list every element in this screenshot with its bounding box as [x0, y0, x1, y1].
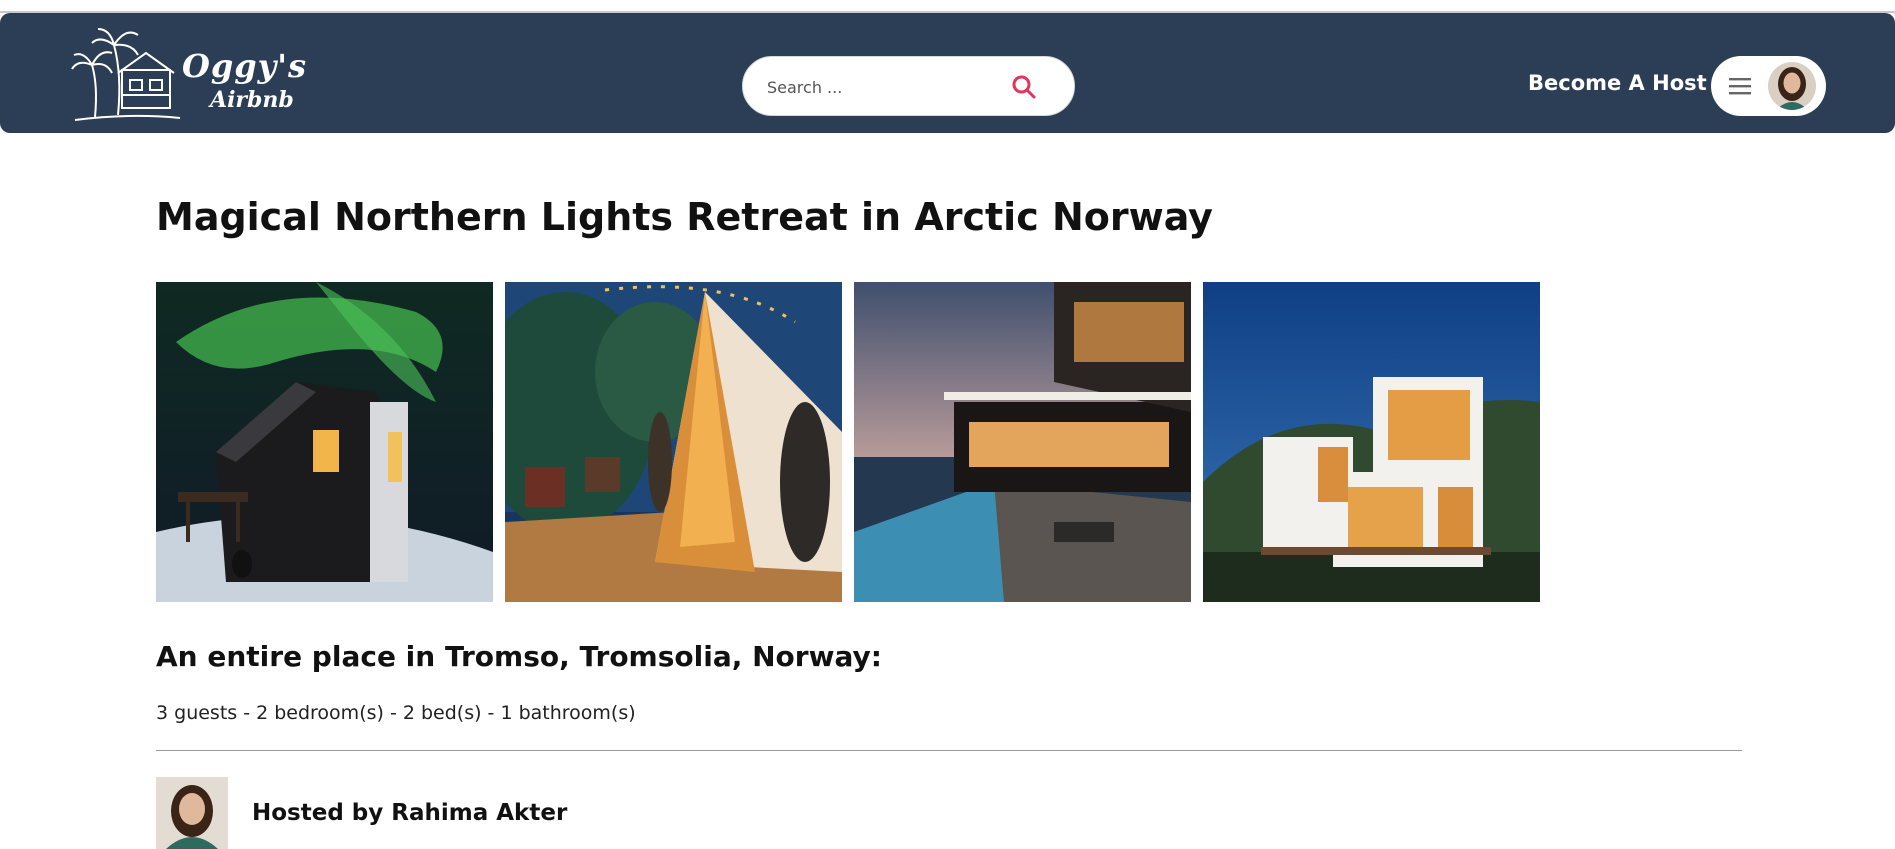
gallery-photo[interactable] [1203, 282, 1540, 602]
hamburger-menu-icon [1729, 78, 1751, 95]
aurora-cabin-photo-icon [156, 282, 493, 602]
photo-gallery [156, 282, 1540, 602]
listing-title: Magical Northern Lights Retreat in Arcti… [156, 195, 1213, 239]
top-border [0, 0, 1895, 13]
gallery-photo[interactable] [505, 282, 842, 602]
user-avatar [1768, 62, 1816, 110]
navbar: Oggy's Airbnb Become A Host [0, 13, 1895, 133]
logo-text-line2: Airbnb [210, 87, 294, 113]
modern-villa-pool-photo-icon [854, 282, 1191, 602]
glamping-tent-photo-icon [505, 282, 842, 602]
gallery-photo[interactable] [854, 282, 1191, 602]
search-bar [742, 56, 1075, 116]
listing-details: 3 guests - 2 bedroom(s) - 2 bed(s) - 1 b… [156, 702, 636, 724]
place-heading: An entire place in Tromso, Tromsolia, No… [156, 640, 882, 673]
search-icon[interactable] [1010, 73, 1038, 101]
user-menu-button[interactable] [1711, 56, 1826, 116]
host-avatar [156, 777, 228, 849]
site-logo[interactable]: Oggy's Airbnb [70, 25, 306, 125]
cube-house-photo-icon [1203, 282, 1540, 602]
host-avatar-icon [156, 777, 228, 849]
become-host-link[interactable]: Become A Host [1528, 71, 1707, 95]
divider [156, 750, 1742, 751]
host-name: Hosted by Rahima Akter [252, 800, 568, 826]
user-avatar-icon [1768, 62, 1816, 110]
logo-text-line1: Oggy's [182, 47, 308, 85]
gallery-photo[interactable] [156, 282, 493, 602]
search-input[interactable] [767, 72, 987, 102]
